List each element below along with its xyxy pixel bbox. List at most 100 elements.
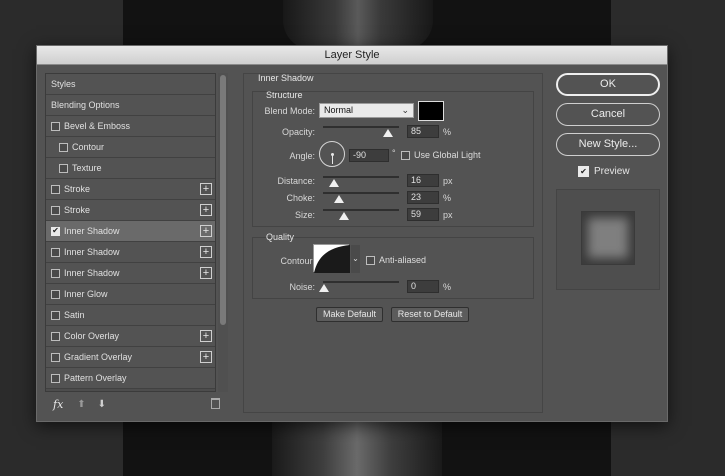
contour-picker[interactable]: ⌄ [313,244,360,273]
angle-dial[interactable] [319,141,345,167]
styles-list-item[interactable]: Styles [46,74,215,95]
add-style-icon[interactable]: + [200,351,212,363]
styles-scrollbar[interactable] [218,73,228,392]
anti-aliased-checkbox[interactable]: Anti-aliased [366,255,426,265]
distance-unit: px [443,176,453,186]
style-checkbox[interactable] [51,352,60,362]
quality-title: Quality [266,232,295,242]
contour-chevron-icon[interactable]: ⌄ [351,245,360,273]
size-input[interactable]: 59 [407,208,439,221]
size-unit: px [443,210,453,220]
add-style-icon[interactable]: + [200,225,212,237]
distance-slider-thumb[interactable] [329,179,339,187]
cancel-button[interactable]: Cancel [556,103,660,126]
anti-aliased-box[interactable] [366,255,375,265]
arrow-up-icon[interactable]: ⬆ [77,399,85,410]
style-checkbox[interactable] [51,289,60,299]
anti-aliased-label: Anti-aliased [379,255,427,265]
styles-list-item[interactable]: Stroke + [46,200,215,221]
style-checkbox[interactable] [51,184,60,194]
make-default-button[interactable]: Make Default [316,307,383,322]
ok-button[interactable]: OK [556,73,660,96]
preview-check-box[interactable]: ✔ [578,166,589,177]
angle-unit: ° [392,148,396,158]
add-style-icon[interactable]: + [200,267,212,279]
styles-list-item-label: Satin [64,310,85,320]
choke-input[interactable]: 23 [407,191,439,204]
use-global-light-checkbox[interactable]: Use Global Light [401,150,481,160]
style-checkbox[interactable] [51,121,60,131]
global-light-box[interactable] [401,150,410,160]
choke-label: Choke: [286,193,315,203]
add-style-icon[interactable]: + [200,330,212,342]
styles-list-item[interactable]: Pattern Overlay [46,368,215,389]
style-checkbox[interactable] [51,268,60,278]
choke-slider-thumb[interactable] [334,195,344,203]
opacity-label: Opacity: [281,127,315,137]
styles-list-item[interactable]: Stroke + [46,179,215,200]
style-checkbox[interactable] [51,310,60,320]
styles-footer: fx ⬆ ⬇ [45,395,228,413]
opacity-unit: % [443,127,452,137]
styles-list-item[interactable]: Satin [46,305,215,326]
blend-mode-value: Normal [324,105,354,115]
fx-icon[interactable]: fx [53,398,63,411]
blend-mode-label: Blend Mode: [264,106,315,116]
noise-label: Noise: [289,282,315,292]
styles-list-item-label: Pattern Overlay [64,373,127,383]
styles-list-item-label: Color Overlay [64,331,120,341]
add-style-icon[interactable]: + [200,204,212,216]
trash-icon[interactable] [211,398,220,409]
opacity-slider[interactable] [323,126,399,128]
size-slider[interactable] [323,209,399,211]
styles-list-item[interactable]: Inner Shadow + [46,242,215,263]
angle-dial-center [331,153,334,156]
distance-input[interactable]: 16 [407,174,439,187]
style-checkbox[interactable] [51,373,60,383]
styles-list-item-label: Stroke [64,184,91,194]
opacity-input[interactable]: 85 [407,125,439,138]
styles-list-item[interactable]: Bevel & Emboss [46,116,215,137]
noise-slider[interactable] [323,281,399,283]
styles-list-item[interactable]: Blending Options [46,95,215,116]
style-checkbox[interactable] [51,247,60,257]
opacity-slider-thumb[interactable] [382,129,393,137]
noise-unit: % [443,282,452,292]
noise-input[interactable]: 0 [407,280,439,293]
style-checkbox[interactable] [59,163,68,173]
shadow-color-swatch[interactable] [418,101,444,121]
style-checkbox[interactable]: ✔ [51,226,60,236]
styles-list-item-label: Texture [72,163,102,173]
angle-input[interactable]: -90 [349,149,389,162]
styles-list-item[interactable]: Inner Glow [46,284,215,305]
styles-list-item[interactable]: Inner Shadow + [46,263,215,284]
styles-list-item-label: Inner Shadow [64,268,120,278]
preview-checkbox[interactable]: ✔ Preview [578,166,630,177]
styles-list-item-label: Blending Options [51,100,120,110]
add-style-icon[interactable]: + [200,246,212,258]
reset-to-default-button[interactable]: Reset to Default [391,307,469,322]
noise-slider-thumb[interactable] [319,284,329,292]
add-style-icon[interactable]: + [200,183,212,195]
style-checkbox[interactable] [51,205,60,215]
styles-list-item[interactable]: ✔ Inner Shadow + [46,221,215,242]
global-light-label: Use Global Light [414,150,481,160]
blend-mode-select[interactable]: Normal ⌄ [319,103,414,118]
choke-slider[interactable] [323,192,399,194]
style-checkbox[interactable] [51,331,60,341]
distance-slider[interactable] [323,176,399,178]
styles-list-item[interactable]: Gradient Overlay + [46,347,215,368]
styles-list-item-label: Contour [72,142,105,152]
dialog-title: Layer Style [37,46,667,65]
styles-list-item[interactable]: Texture [46,158,215,179]
arrow-down-icon[interactable]: ⬇ [98,399,106,410]
size-slider-thumb[interactable] [339,212,349,220]
styles-list-item[interactable]: Contour [46,137,215,158]
styles-list-item[interactable]: Color Overlay + [46,326,215,347]
style-checkbox[interactable] [59,142,68,152]
styles-list: Styles Blending Options Bevel & Emboss Cont… [45,73,216,392]
preview-label: Preview [594,166,630,177]
scrollbar-thumb[interactable] [220,75,226,325]
choke-unit: % [443,193,452,203]
new-style-button[interactable]: New Style... [556,133,660,156]
